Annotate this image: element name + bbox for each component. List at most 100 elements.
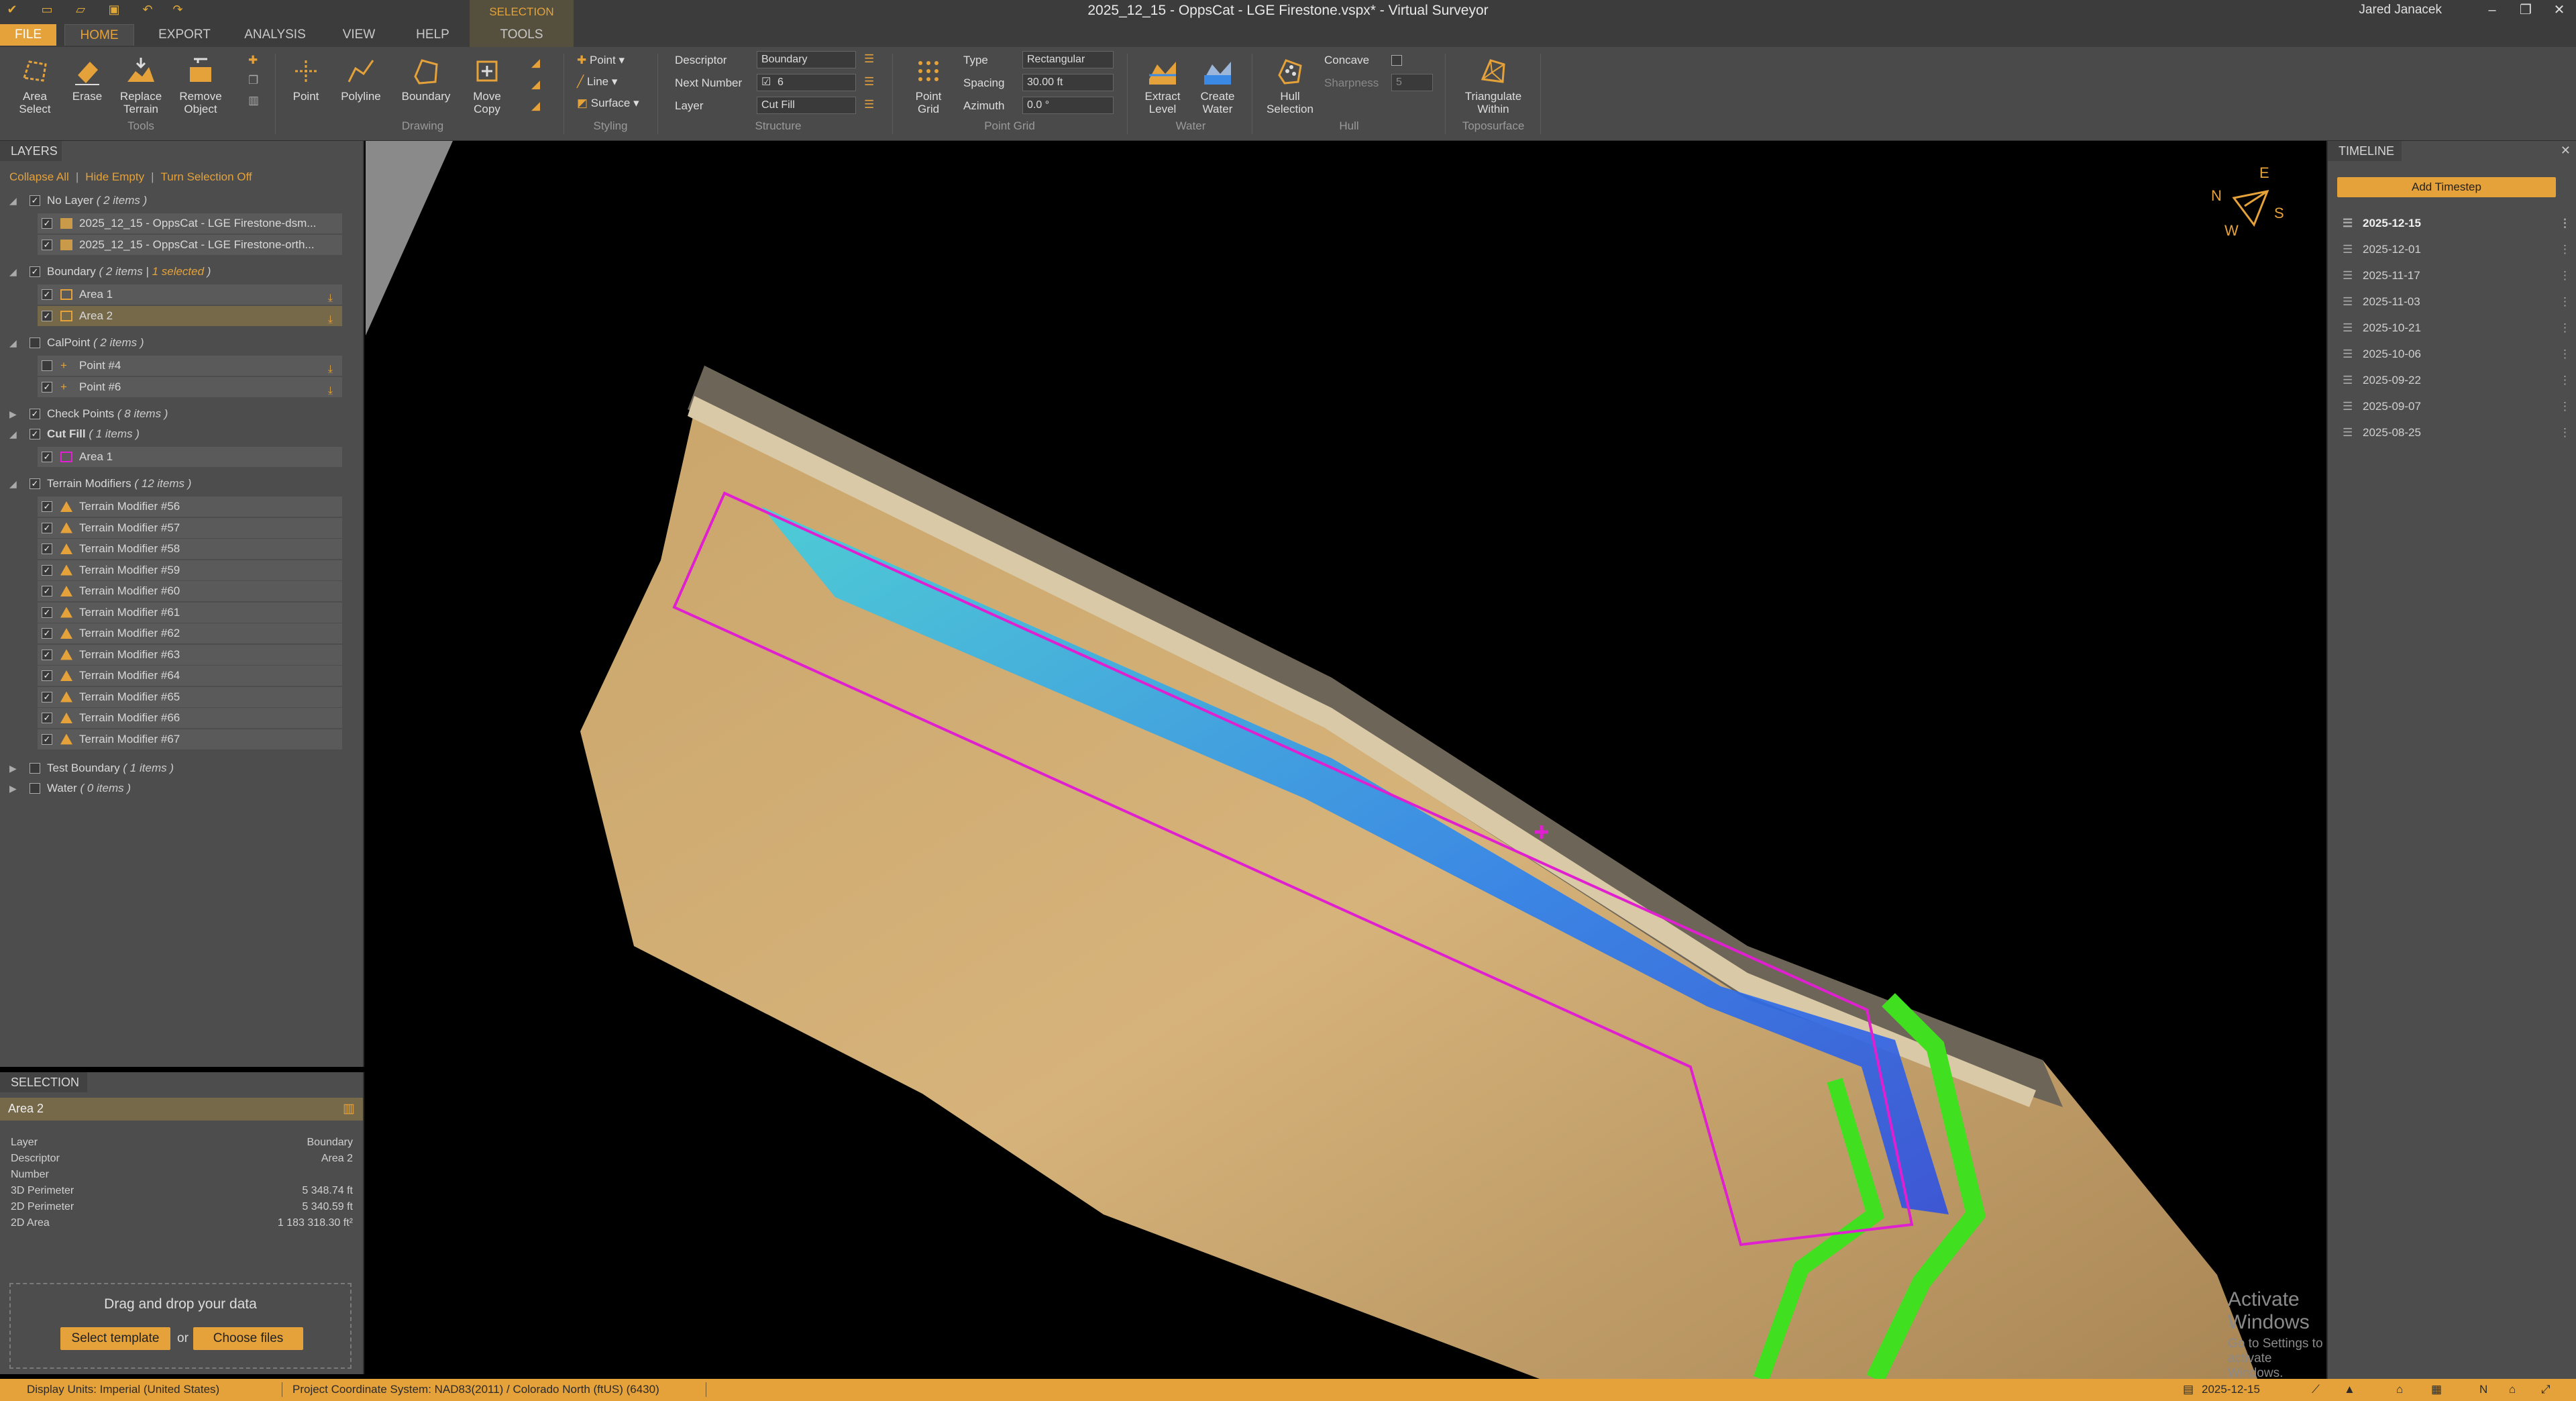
layer-group-boundary[interactable]: ◢ ✓ Boundary ( 2 items | 1 selected ) <box>0 262 342 282</box>
layer-select[interactable]: Cut Fill <box>757 97 856 114</box>
list-item[interactable]: ✓ Terrain Modifier #59 <box>38 560 342 580</box>
pin-icon[interactable]: ⤓ <box>328 310 333 330</box>
point-grid-button[interactable]: Point Grid <box>900 55 957 115</box>
item-visibility-checkbox[interactable] <box>42 360 52 371</box>
layer-visibility-checkbox[interactable] <box>30 338 40 348</box>
expand-icon[interactable]: ◢ <box>9 474 17 494</box>
list-item[interactable]: ✓ Terrain Modifier #62 <box>38 623 342 643</box>
concave-checkbox[interactable] <box>1391 55 1402 66</box>
timestep-row[interactable]: ☰ 2025-10-21 ⋮ <box>2343 318 2571 338</box>
layer-visibility-checkbox[interactable]: ✓ <box>30 409 40 419</box>
more-options-icon[interactable]: ⋮ <box>2559 344 2571 364</box>
select-template-button[interactable]: Select template <box>60 1327 170 1350</box>
timestep-row[interactable]: ☰ 2025-11-03 ⋮ <box>2343 292 2571 312</box>
polyline-button[interactable]: Polyline <box>334 55 388 103</box>
layer-visibility-checkbox[interactable]: ✓ <box>30 266 40 277</box>
item-visibility-checkbox[interactable]: ✓ <box>42 311 52 321</box>
layer-visibility-checkbox[interactable]: ✓ <box>30 429 40 439</box>
item-visibility-checkbox[interactable]: ✓ <box>42 382 52 393</box>
item-visibility-checkbox[interactable]: ✓ <box>42 586 52 596</box>
expand-icon[interactable]: ◢ <box>9 262 17 282</box>
turn-selection-off-link[interactable]: Turn Selection Off <box>161 170 252 183</box>
layer-group-no-layer[interactable]: ◢ ✓ No Layer ( 2 items ) <box>0 191 342 211</box>
restore-icon[interactable]: ❐ <box>2509 0 2542 21</box>
layer-group-terrain-modifiers[interactable]: ◢ ✓ Terrain Modifiers ( 12 items ) <box>0 474 342 494</box>
north-icon[interactable]: N <box>2479 1383 2487 1396</box>
tab-analysis[interactable]: ANALYSIS <box>235 24 315 46</box>
more-options-icon[interactable]: ⋮ <box>2559 240 2571 260</box>
layer-visibility-checkbox[interactable]: ✓ <box>30 195 40 206</box>
more-options-icon[interactable]: ⋮ <box>2559 370 2571 391</box>
descriptor-field[interactable]: Boundary <box>757 51 856 68</box>
layer-group-cut-fill[interactable]: ◢ ✓ Cut Fill ( 1 items ) <box>0 424 342 444</box>
display-units[interactable]: Display Units: Imperial (United States) <box>27 1383 219 1396</box>
list-item[interactable]: + Point #4 ⤓ <box>38 356 342 376</box>
more-options-icon[interactable]: ⋮ <box>2559 292 2571 312</box>
list-item[interactable]: ✓ Terrain Modifier #64 <box>38 666 342 686</box>
delete-icon[interactable]: ▥ <box>248 94 259 107</box>
item-visibility-checkbox[interactable]: ✓ <box>42 522 52 533</box>
descriptor-list-icon[interactable]: ☰ <box>864 52 874 66</box>
tab-file[interactable]: FILE <box>0 24 56 46</box>
timestep-row[interactable]: ☰ 2025-12-15 ⋮ <box>2343 213 2571 234</box>
item-visibility-checkbox[interactable]: ✓ <box>42 543 52 554</box>
move-copy-button[interactable]: Move Copy <box>463 55 511 115</box>
item-visibility-checkbox[interactable]: ✓ <box>42 240 52 250</box>
drag-handle-icon[interactable]: ☰ <box>2343 318 2353 338</box>
user-name[interactable]: Jared Janacek <box>2359 3 2442 17</box>
home-view-icon[interactable]: ⌂ <box>2509 1383 2516 1396</box>
drag-handle-icon[interactable]: ☰ <box>2343 240 2353 260</box>
more-options-icon[interactable]: ⋮ <box>2559 213 2571 234</box>
list-item[interactable]: ✓ Terrain Modifier #66 <box>38 708 342 728</box>
grid-icon[interactable]: ▦ <box>2431 1383 2442 1396</box>
timestep-row[interactable]: ☰ 2025-10-06 ⋮ <box>2343 344 2571 364</box>
layer-visibility-checkbox[interactable] <box>30 783 40 794</box>
extract-level-button[interactable]: Extract Level <box>1135 55 1190 115</box>
list-item[interactable]: ✓ 2025_12_15 - OppsCat - LGE Firestone-d… <box>38 213 342 234</box>
list-item[interactable]: ✓ Terrain Modifier #61 <box>38 602 342 623</box>
map-viewport[interactable]: N E S W Activate Windows Go to Settings … <box>366 141 2325 1379</box>
item-visibility-checkbox[interactable]: ✓ <box>42 628 52 639</box>
layer-list-icon[interactable]: ☰ <box>864 98 874 111</box>
collapsed-icon[interactable]: ▶ <box>9 778 17 798</box>
item-visibility-checkbox[interactable]: ✓ <box>42 733 52 745</box>
style-surface-button[interactable]: ◩ Surface ▾ <box>577 97 639 110</box>
timestep-row[interactable]: ☰ 2025-08-25 ⋮ <box>2343 423 2571 443</box>
drawing-small-3-icon[interactable]: ◢ <box>531 99 540 113</box>
expand-icon[interactable]: ◢ <box>9 333 17 353</box>
list-item[interactable]: ✓ Terrain Modifier #60 <box>38 581 342 601</box>
item-visibility-checkbox[interactable]: ✓ <box>42 713 52 723</box>
item-visibility-checkbox[interactable]: ✓ <box>42 452 52 462</box>
timestep-row[interactable]: ☰ 2025-09-22 ⋮ <box>2343 370 2571 391</box>
close-timeline-icon[interactable]: ✕ <box>2561 144 2571 158</box>
layer-group-check-points[interactable]: ▶ ✓ Check Points ( 8 items ) <box>0 404 342 424</box>
drawing-small-1-icon[interactable]: ◢ <box>531 56 540 70</box>
item-visibility-checkbox[interactable]: ✓ <box>42 218 52 229</box>
drawing-small-2-icon[interactable]: ◢ <box>531 78 540 91</box>
item-visibility-checkbox[interactable]: ✓ <box>42 691 52 703</box>
remove-object-button[interactable]: Remove Object <box>173 55 228 115</box>
item-visibility-checkbox[interactable]: ✓ <box>42 649 52 660</box>
list-item-selected[interactable]: ✓ Area 2 ⤓ <box>38 306 342 326</box>
collapse-all-link[interactable]: Collapse All <box>9 170 69 183</box>
timestep-row[interactable]: ☰ 2025-11-17 ⋮ <box>2343 266 2571 286</box>
layer-group-test-boundary[interactable]: ▶ Test Boundary ( 1 items ) <box>0 758 342 778</box>
more-options-icon[interactable]: ⋮ <box>2559 266 2571 286</box>
profile-icon[interactable]: ⟋ <box>2312 1383 2320 1396</box>
replace-terrain-button[interactable]: Replace Terrain <box>114 55 168 115</box>
timestep-row[interactable]: ☰ 2025-12-01 ⋮ <box>2343 240 2571 260</box>
choose-files-button[interactable]: Choose files <box>193 1327 303 1350</box>
drag-handle-icon[interactable]: ☰ <box>2343 213 2353 234</box>
drag-handle-icon[interactable]: ☰ <box>2343 344 2353 364</box>
number-list-icon[interactable]: ☰ <box>864 75 874 89</box>
layer-group-calpoint[interactable]: ◢ CalPoint ( 2 items ) <box>0 333 342 353</box>
more-options-icon[interactable]: ⋮ <box>2559 423 2571 443</box>
item-visibility-checkbox[interactable]: ✓ <box>42 501 52 512</box>
list-item[interactable]: ✓ Terrain Modifier #58 <box>38 539 342 559</box>
style-point-button[interactable]: ✚ Point ▾ <box>577 54 625 67</box>
collapsed-icon[interactable]: ▶ <box>9 404 17 424</box>
item-visibility-checkbox[interactable]: ✓ <box>42 289 52 300</box>
more-options-icon[interactable]: ⋮ <box>2559 397 2571 417</box>
spacing-field[interactable]: 30.00 ft <box>1022 74 1114 91</box>
grid-type-select[interactable]: Rectangular <box>1022 51 1114 68</box>
